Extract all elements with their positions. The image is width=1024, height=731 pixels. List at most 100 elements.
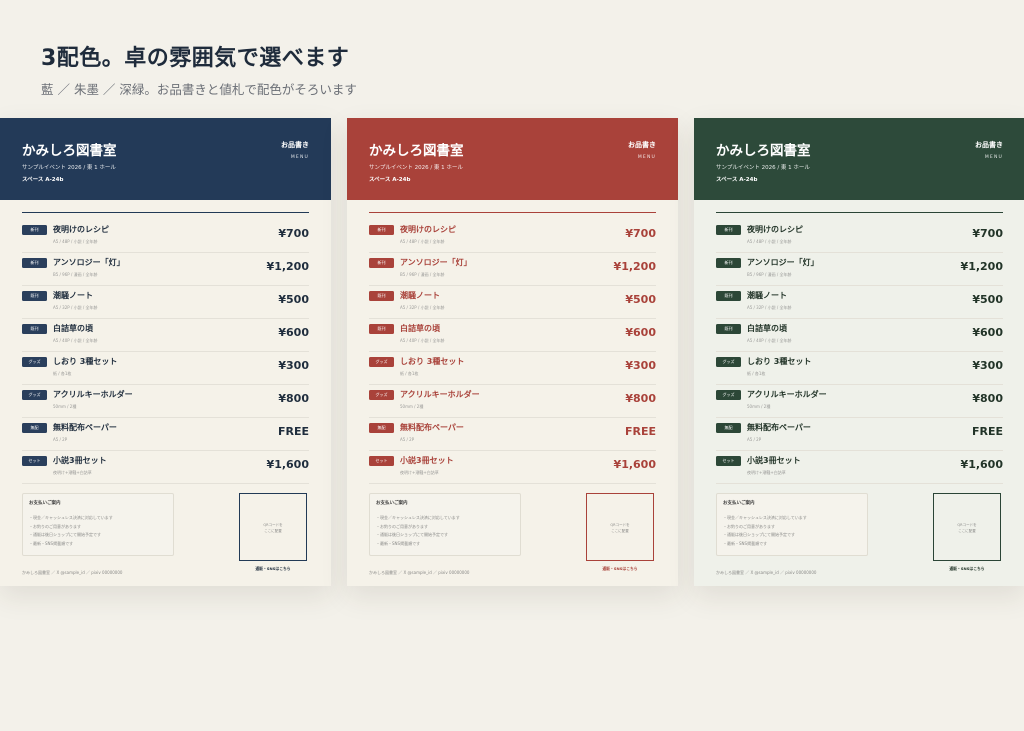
- item-spec: A5 / 48P / 小説 / 全年齢: [747, 239, 792, 244]
- item-name: 白詰草の頃: [400, 324, 440, 333]
- item-price: ¥800: [972, 392, 1003, 405]
- item-badge: 新刊: [369, 258, 394, 268]
- menu-item-row: 新刊 夜明けのレシピ A5 / 48P / 小説 / 全年齢 ¥700: [22, 219, 309, 253]
- item-price: FREE: [971, 425, 1003, 438]
- item-price: ¥600: [278, 326, 309, 339]
- payment-line: ・現金／キャッシュレス決済に対応しています: [723, 515, 807, 520]
- item-name: しおり 3種セット: [400, 357, 465, 366]
- item-price: FREE: [624, 425, 656, 438]
- item-badge: グッズ: [716, 390, 741, 400]
- menu-item-row: グッズ しおり 3種セット紙 / 各1枚 ¥300: [716, 351, 1003, 385]
- header-rule: [716, 212, 1003, 213]
- payment-info-box: お支払いご案内 ・現金／キャッシュレス決済に対応しています ・お釣りのご用意があり…: [716, 493, 868, 556]
- menu-subtitle: MENU: [290, 155, 309, 160]
- item-spec: 夜明け+潮騒+白詰草: [53, 470, 92, 475]
- item-spec: A5 / 40P / 小説 / 全年齢: [747, 338, 792, 343]
- item-price: ¥1,200: [613, 260, 656, 273]
- card-footer: かみしろ図書室 ／ X @sample_id ／ pixiv 00000000: [22, 570, 123, 575]
- item-price: ¥700: [972, 227, 1003, 240]
- qr-code-placeholder: QRコードを ここに配置: [239, 493, 307, 561]
- item-spec: B5 / 96P / 漫画 / 全年齢: [400, 272, 445, 277]
- header-rule: [22, 212, 309, 213]
- menu-subtitle: MENU: [984, 155, 1003, 160]
- qr-caption: 通販・SNSはこちら: [602, 566, 638, 571]
- item-name: 夜明けのレシピ: [400, 225, 456, 234]
- item-name: アクリルキーホルダー: [53, 390, 133, 399]
- item-badge: 既刊: [22, 324, 47, 334]
- item-badge: 新刊: [369, 225, 394, 235]
- space-number: スペース A-24b: [22, 177, 64, 183]
- item-badge: 既刊: [369, 324, 394, 334]
- menu-item-row: 新刊 アンソロジー「灯」 B5 / 96P / 漫画 / 全年齢 ¥1,200: [716, 252, 1003, 286]
- item-name: アクリルキーホルダー: [400, 390, 480, 399]
- item-spec: 紙 / 各1枚: [53, 371, 72, 376]
- menu-title: お品書き: [281, 141, 309, 149]
- menu-item-row: セット 小説3冊セット 夜明け+潮騒+白詰草 ¥1,600: [369, 450, 656, 484]
- payment-line: ・通販は後日ショップにて開始予定です: [723, 532, 795, 537]
- item-name: 潮騒ノート: [747, 291, 787, 300]
- payment-title: お支払いご案内: [723, 501, 755, 506]
- item-badge: 既刊: [369, 291, 394, 301]
- item-name: 小説3冊セット: [53, 456, 107, 465]
- item-name: 白詰草の頃: [53, 324, 93, 333]
- item-spec: A5 / 48P / 小説 / 全年齢: [400, 239, 445, 244]
- menu-item-row: 新刊 アンソロジー「灯」 B5 / 96P / 漫画 / 全年齢 ¥1,200: [22, 252, 309, 286]
- payment-line: ・お釣りのご用意があります: [29, 523, 81, 529]
- item-spec: 紙 / 各1枚: [400, 371, 419, 376]
- menu-title: お品書き: [628, 141, 656, 149]
- menu-item-row: 既刊 潮騒ノート A5 / 32P / 小説 / 全年齢 ¥500: [369, 285, 656, 319]
- item-badge: 既刊: [22, 291, 47, 301]
- item-name: 無料配布ペーパー: [400, 423, 464, 432]
- event-name: サンプルイベント 2026 / 東 1 ホール: [22, 165, 116, 171]
- item-badge: 無配: [369, 423, 394, 433]
- item-name: 無料配布ペーパー: [747, 423, 811, 432]
- item-name: 夜明けのレシピ: [53, 225, 109, 234]
- item-spec: 50mm / 2種: [53, 404, 77, 409]
- space-number: スペース A-24b: [716, 177, 758, 183]
- item-spec: 紙 / 各1枚: [747, 371, 766, 376]
- item-badge: グッズ: [369, 357, 394, 367]
- item-spec: B5 / 96P / 漫画 / 全年齢: [747, 272, 792, 277]
- item-price: ¥800: [625, 392, 656, 405]
- item-badge: 無配: [716, 423, 741, 433]
- menu-item-row: 既刊 潮騒ノート A5 / 32P / 小説 / 全年齢 ¥500: [716, 285, 1003, 319]
- item-name: 白詰草の頃: [747, 324, 787, 333]
- item-price: ¥1,600: [613, 458, 656, 471]
- item-spec: A5 / 40P / 小説 / 全年齢: [53, 338, 98, 343]
- header-rule: [369, 212, 656, 213]
- item-badge: 新刊: [716, 225, 741, 235]
- qr-code-placeholder: QRコードを ここに配置: [586, 493, 654, 561]
- item-badge: 新刊: [716, 258, 741, 268]
- payment-line: ・お釣りのご用意があります: [376, 523, 428, 529]
- item-price: ¥600: [625, 326, 656, 339]
- menu-subtitle: MENU: [637, 155, 656, 160]
- qr-caption: 通販・SNSはこちら: [949, 566, 985, 571]
- payment-line: ・お釣りのご用意があります: [723, 523, 775, 529]
- qr-caption: 通販・SNSはこちら: [255, 566, 291, 571]
- item-price: ¥500: [278, 293, 309, 306]
- menu-item-row: グッズ アクリルキーホルダー 50mm / 2種 ¥800: [22, 384, 309, 418]
- qr-label: QRコードを ここに配置: [610, 523, 630, 533]
- shop-name: かみしろ図書室: [22, 143, 117, 159]
- item-price: ¥300: [625, 359, 656, 372]
- menu-item-row: 既刊 白詰草の頃 A5 / 40P / 小説 / 全年齢 ¥600: [716, 318, 1003, 352]
- item-price: ¥1,600: [960, 458, 1003, 471]
- item-name: アンソロジー「灯」: [400, 258, 472, 267]
- item-badge: 既刊: [716, 324, 741, 334]
- item-name: 小説3冊セット: [400, 456, 454, 465]
- item-name: 夜明けのレシピ: [747, 225, 803, 234]
- page-subheading: 藍 ／ 朱墨 ／ 深緑。お品書きと値札で配色がそろいます: [41, 82, 357, 97]
- item-price: ¥500: [625, 293, 656, 306]
- item-price: ¥1,600: [266, 458, 309, 471]
- menu-item-row: 新刊 夜明けのレシピ A5 / 48P / 小説 / 全年齢 ¥700: [369, 219, 656, 253]
- menu-title: お品書き: [975, 141, 1003, 149]
- menu-item-row: 既刊 潮騒ノート A5 / 32P / 小説 / 全年齢 ¥500: [22, 285, 309, 319]
- item-badge: セット: [22, 456, 47, 466]
- menu-card-2: かみしろ図書室 サンプルイベント 2026 / 東 1 ホール スペース A-2…: [347, 118, 678, 586]
- shop-name: かみしろ図書室: [716, 143, 811, 159]
- item-name: しおり 3種セット: [53, 357, 118, 366]
- card-header: かみしろ図書室 サンプルイベント 2026 / 東 1 ホール スペース A-2…: [347, 118, 678, 200]
- item-spec: A5 / 2P: [53, 437, 68, 442]
- payment-title: お支払いご案内: [29, 501, 61, 506]
- item-badge: グッズ: [22, 357, 47, 367]
